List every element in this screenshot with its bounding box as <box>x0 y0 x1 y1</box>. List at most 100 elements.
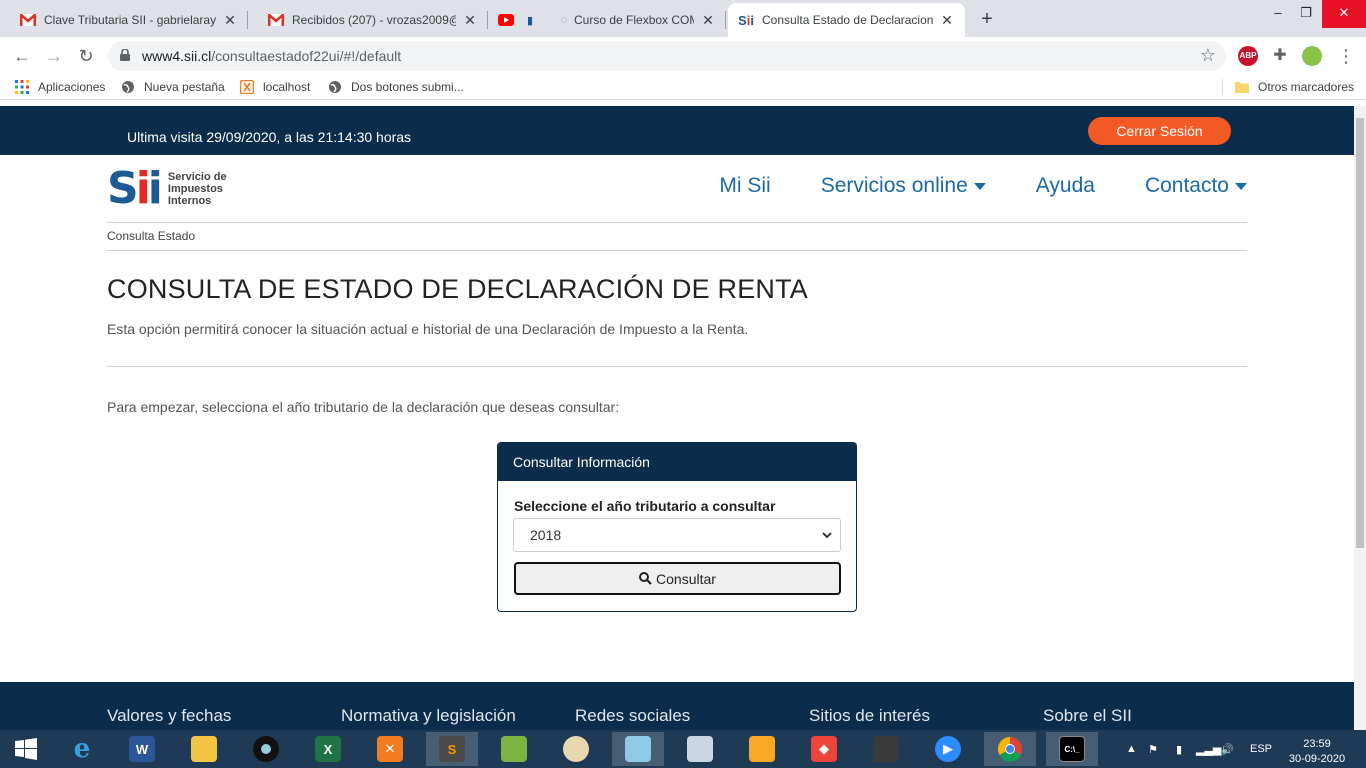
last-visit-text: Ultima visita 29/09/2020, a las 21:14:30… <box>127 129 412 145</box>
zoom-icon: ▶ <box>935 736 961 762</box>
close-tab-icon[interactable]: ✕ <box>222 12 238 29</box>
main-nav: Mi Sii Servicios online Ayuda Contacto <box>669 174 1247 198</box>
extensions-puzzle-icon[interactable]: ✚ <box>1270 46 1290 66</box>
taskbar-zoom[interactable]: ▶ <box>922 732 974 766</box>
search-icon <box>639 572 652 585</box>
sii-logo-mark-text: Sii <box>107 163 163 214</box>
taskbar-xampp[interactable]: ✕ <box>364 732 416 766</box>
tab-title: Clave Tributaria SII - gabrielaraya <box>44 13 216 27</box>
scrollbar-thumb[interactable] <box>1356 118 1364 548</box>
taskbar-calculator[interactable] <box>674 732 726 766</box>
sii-icon: Sii <box>738 12 754 28</box>
profile-avatar[interactable] <box>1302 46 1322 66</box>
taskbar-chrome[interactable] <box>984 732 1036 766</box>
forward-button[interactable]: → <box>42 44 66 68</box>
logout-button[interactable]: Cerrar Sesión <box>1088 117 1231 145</box>
consultar-button[interactable]: Consultar <box>514 562 841 595</box>
bookmark-localhost[interactable]: localhost <box>239 79 310 95</box>
address-bar[interactable]: www4.sii.cl/consultaestadof22ui/#!/defau… <box>108 41 1226 71</box>
language-indicator[interactable]: ESP <box>1250 743 1272 755</box>
notepadpp-icon <box>501 736 527 762</box>
taskbar-paint[interactable] <box>550 732 602 766</box>
tray-network-icon[interactable]: ▂▃▅ <box>1196 743 1221 756</box>
bookmark-label: localhost <box>263 80 311 94</box>
nav-servicios-online[interactable]: Servicios online <box>821 174 986 198</box>
menu-kebab-icon[interactable]: ⋮ <box>1334 44 1358 68</box>
taskbar-explorer[interactable] <box>178 732 230 766</box>
footer-link[interactable]: Valores y fechas <box>107 706 231 726</box>
session-bar: Ultima visita 29/09/2020, a las 21:14:30… <box>0 106 1354 155</box>
taskbar-webcam[interactable] <box>240 732 292 766</box>
xampp-icon: ✕ <box>377 736 403 762</box>
chevron-down-icon <box>822 532 832 539</box>
taskbar-cmd[interactable]: C:\_ <box>1046 732 1098 766</box>
footer-link[interactable]: Redes sociales <box>575 706 690 726</box>
gmail-icon <box>20 12 36 28</box>
excel-icon: X <box>315 736 341 762</box>
taskbar-notes[interactable] <box>612 732 664 766</box>
page-scrollbar[interactable] <box>1354 106 1366 730</box>
caret-down-icon <box>1235 182 1247 190</box>
content-divider <box>107 366 1247 367</box>
tab-flexbox[interactable]: ◌ Curso de Flexbox COM ✕ <box>550 3 726 37</box>
tray-volume-icon[interactable]: 🔊 <box>1220 743 1234 756</box>
taskbar-excel[interactable]: X <box>302 732 354 766</box>
nav-ayuda[interactable]: Ayuda <box>1036 174 1095 198</box>
footer-link[interactable]: Sitios de interés <box>809 706 930 726</box>
bookmark-nueva-pestana[interactable]: Nueva pestaña <box>120 79 225 95</box>
tab-recibidos[interactable]: Recibidos (207) - vrozas2009@gm ✕ <box>248 3 488 37</box>
new-tab-button[interactable]: + <box>976 8 998 30</box>
start-button[interactable] <box>0 732 52 766</box>
bookmark-star-icon[interactable]: ☆ <box>1200 45 1216 66</box>
adblock-plus-icon[interactable]: ABP <box>1238 46 1258 66</box>
taskbar-notepadpp[interactable] <box>488 732 540 766</box>
sii-logo-text: Servicio de Impuestos Internos <box>168 171 227 207</box>
chrome-icon <box>997 736 1022 762</box>
tray-flag-icon[interactable]: ⚑ <box>1148 743 1158 756</box>
logo-line: Internos <box>167 195 212 207</box>
tray-expand-icon[interactable]: ▲ <box>1126 743 1137 755</box>
tab-youtube[interactable]: ▮ <box>488 3 550 37</box>
year-select[interactable]: 2018 <box>513 518 841 552</box>
nav-contacto[interactable]: Contacto <box>1145 174 1247 198</box>
nav-label: Mi Sii <box>719 174 771 197</box>
start-icon <box>15 738 37 760</box>
close-tab-icon[interactable]: ✕ <box>462 12 478 29</box>
taskbar-ie[interactable]: e <box>56 732 108 766</box>
taskbar-sublime[interactable]: S <box>426 732 478 766</box>
sii-logo[interactable]: Sii Servicio de Impuestos Internos <box>107 165 227 213</box>
bookmark-otros-marcadores[interactable]: Otros marcadores <box>1234 79 1354 95</box>
nav-mi-sii[interactable]: Mi Sii <box>719 174 770 198</box>
close-tab-icon[interactable]: ✕ <box>939 12 955 29</box>
tab-clave-tributaria[interactable]: Clave Tributaria SII - gabrielaraya ✕ <box>0 3 248 37</box>
close-tab-icon[interactable]: ✕ <box>700 12 716 29</box>
instruction-text: Para empezar, selecciona el año tributar… <box>107 399 620 415</box>
tray-battery-icon[interactable]: ▮ <box>1176 743 1182 756</box>
taskbar-filezilla[interactable] <box>736 732 788 766</box>
bookmark-aplicaciones[interactable]: Aplicaciones <box>14 79 105 95</box>
back-button[interactable]: ← <box>10 44 34 68</box>
bookmark-label: Nueva pestaña <box>144 80 225 94</box>
close-window-button[interactable]: ✕ <box>1322 0 1366 28</box>
taskbar-word[interactable]: W <box>116 732 168 766</box>
clock-time: 23:59 <box>1303 738 1331 750</box>
breadcrumb[interactable]: Consulta Estado <box>107 229 195 243</box>
footer-link[interactable]: Normativa y legislación <box>341 706 516 726</box>
page-icon: ▮ <box>526 14 534 27</box>
reload-button[interactable]: ↻ <box>74 44 98 68</box>
page-description: Esta opción permitirá conocer la situaci… <box>107 321 749 337</box>
taskbar-clock[interactable]: 23:59 30-09-2020 <box>1284 737 1350 767</box>
footer-link[interactable]: Sobre el SII <box>1043 706 1132 726</box>
caret-down-icon <box>973 182 986 190</box>
restore-button[interactable]: ❐ <box>1288 0 1324 28</box>
windows-taskbar: e W X ✕ S ◆ ▶ C:\_ ▲ ⚑ ▮ ▂▃▅ 🔊 ESP 23:59… <box>0 730 1366 768</box>
tab-consulta-estado[interactable]: Sii Consulta Estado de Declaracione ✕ <box>728 3 965 37</box>
consultar-label: Consultar <box>656 570 716 587</box>
year-select-label: Seleccione el año tributario a consultar <box>514 498 776 514</box>
tab-title: Recibidos (207) - vrozas2009@gm <box>292 13 456 27</box>
bookmark-dos-botones[interactable]: Dos botones submi... <box>327 79 464 95</box>
tab-title: Consulta Estado de Declaracione <box>762 13 933 27</box>
taskbar-anydesk[interactable]: ◆ <box>798 732 850 766</box>
taskbar-figure[interactable] <box>860 732 912 766</box>
youtube-icon <box>498 12 514 28</box>
